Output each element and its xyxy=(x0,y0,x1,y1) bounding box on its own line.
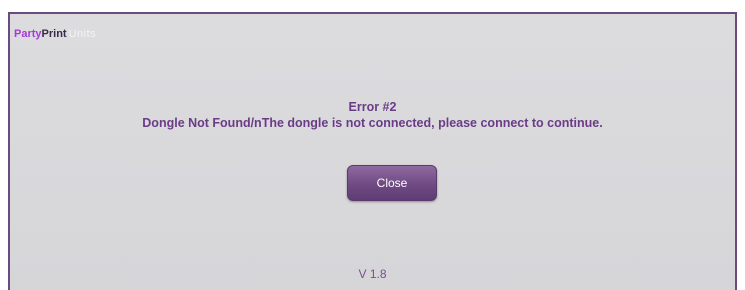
error-dialog: PartyPrint Units Error #2 Dongle Not Foun… xyxy=(8,12,737,290)
logo-print-text: Print xyxy=(41,28,67,40)
logo-suffix-text: Units xyxy=(68,28,97,40)
version-label: V 1.8 xyxy=(358,267,387,281)
error-description: Dongle Not Found/nThe dongle is not conn… xyxy=(142,116,603,130)
logo-party-text: Party xyxy=(14,28,42,40)
app-logo: PartyPrint Units xyxy=(14,28,96,40)
error-title: Error #2 xyxy=(348,100,397,114)
error-message-block: Error #2 Dongle Not Found/nThe dongle is… xyxy=(10,99,735,131)
close-button[interactable]: Close xyxy=(347,165,437,201)
